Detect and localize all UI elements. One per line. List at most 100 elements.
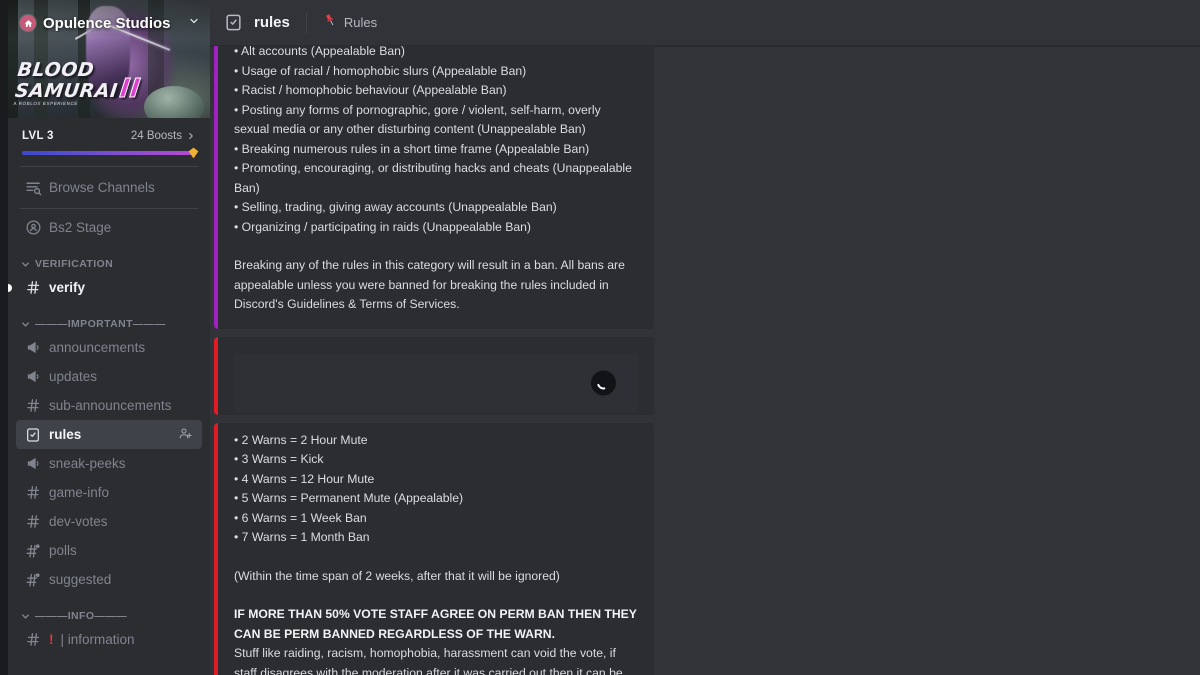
embed-line: • 6 Warns = 1 Week Ban bbox=[234, 510, 367, 525]
embed-line: • Selling, trading, giving away accounts… bbox=[234, 200, 557, 214]
chevron-down-icon bbox=[20, 319, 32, 330]
main-content-column: rules Rules • Alt accounts (Appealable B… bbox=[210, 0, 1200, 675]
sidebar-item-polls[interactable]: polls bbox=[16, 536, 202, 565]
boost-count[interactable]: 24 Boosts bbox=[131, 130, 196, 142]
embed-line: • 2 Warns = 2 Hour Mute bbox=[234, 432, 368, 447]
sidebar-item-suggested[interactable]: suggested bbox=[16, 565, 202, 594]
hash-icon bbox=[24, 279, 42, 296]
rules-channel-icon bbox=[224, 13, 244, 32]
sidebar-item-label: polls bbox=[49, 543, 77, 558]
rules-channel-icon bbox=[24, 427, 42, 443]
browse-channels-label: Browse Channels bbox=[49, 180, 155, 195]
boost-progress-fill bbox=[22, 151, 191, 155]
channel-list: Browse Channels Bs2 Stage VERIFICATION v… bbox=[8, 167, 210, 654]
message-list[interactable]: • Alt accounts (Appealable Ban) • Usage … bbox=[210, 46, 1200, 675]
hash-icon bbox=[24, 631, 42, 648]
boost-gem-icon bbox=[187, 146, 200, 160]
embed-line: Stuff like raiding, racism, homophobia, … bbox=[234, 646, 623, 675]
sidebar-item-label: suggested bbox=[49, 572, 112, 587]
sidebar-item-dev-votes[interactable]: dev-votes bbox=[16, 507, 202, 536]
hash-icon bbox=[24, 397, 42, 414]
announcement-icon bbox=[24, 455, 42, 472]
category-verification[interactable]: VERIFICATION bbox=[16, 242, 202, 273]
channel-title: rules bbox=[254, 14, 290, 31]
server-boost-block[interactable]: LVL 3 24 Boosts bbox=[8, 118, 210, 159]
category-label: VERIFICATION bbox=[35, 258, 114, 270]
banner-title-line2: SAMURAI bbox=[13, 79, 120, 102]
embed-line-bold: IF MORE THAN 50% VOTE STAFF AGREE ON PER… bbox=[234, 607, 641, 641]
message-scroll-region[interactable]: • Alt accounts (Appealable Ban) • Usage … bbox=[210, 46, 1200, 675]
sidebar-item-label: sub-announcements bbox=[49, 398, 172, 413]
sidebar-item-sneak-peeks[interactable]: sneak-peeks bbox=[16, 449, 202, 478]
exclamation-emoji-icon: ! bbox=[49, 632, 54, 647]
embed-spacer bbox=[234, 548, 638, 567]
chevron-down-icon[interactable] bbox=[188, 14, 200, 32]
sidebar-item-rules[interactable]: rules bbox=[16, 420, 202, 449]
embed-line: • Racist / homophobic behaviour (Appeala… bbox=[234, 83, 507, 97]
embed-bans: • Alt accounts (Appealable Ban) • Usage … bbox=[214, 46, 654, 329]
embed-spacer bbox=[234, 237, 638, 256]
embed-line: (Within the time span of 2 weeks, after … bbox=[234, 568, 560, 583]
pin-icon bbox=[323, 13, 338, 33]
sidebar-item-label: sneak-peeks bbox=[49, 456, 126, 471]
loading-spinner-icon bbox=[591, 370, 616, 395]
sidebar-item-updates[interactable]: updates bbox=[16, 362, 202, 391]
sidebar-item-label: | information bbox=[60, 632, 135, 647]
sidebar-item-label: rules bbox=[49, 427, 82, 442]
sidebar-item-label: game-info bbox=[49, 485, 110, 500]
chevron-down-icon bbox=[20, 611, 32, 622]
server-banner[interactable]: BLOOD SAMURAI II A ROBLOX EXPERIENCE Opu… bbox=[8, 0, 210, 118]
sidebar-item-sub-announcements[interactable]: sub-announcements bbox=[16, 391, 202, 420]
sidebar-item-information[interactable]: ! | information bbox=[16, 625, 202, 654]
boost-level-label: LVL 3 bbox=[22, 130, 54, 142]
sidebar-item-label: announcements bbox=[49, 340, 146, 355]
embed-line: Breaking any of the rules in this catego… bbox=[234, 258, 629, 311]
embed-spacer bbox=[234, 586, 638, 605]
category-important[interactable]: ———IMPORTANT——— bbox=[16, 302, 202, 333]
announcement-icon bbox=[24, 368, 42, 385]
topbar-divider bbox=[305, 11, 307, 34]
sidebar-item-bs2-stage[interactable]: Bs2 Stage bbox=[16, 213, 202, 242]
category-info[interactable]: ———INFO——— bbox=[16, 594, 202, 625]
sidebar-item-verify[interactable]: verify bbox=[8, 273, 202, 302]
channel-tag-label: Rules bbox=[343, 15, 378, 30]
chevron-down-icon bbox=[20, 259, 32, 270]
sidebar-item-game-info[interactable]: game-info bbox=[16, 478, 202, 507]
sidebar-item-announcements[interactable]: announcements bbox=[16, 333, 202, 362]
category-label: ———INFO——— bbox=[35, 610, 128, 622]
boost-progress-bar bbox=[22, 147, 199, 159]
embed-line: • Breaking numerous rules in a short tim… bbox=[234, 141, 590, 156]
embed-accent-bar bbox=[214, 46, 218, 329]
channel-topbar: rules Rules bbox=[210, 0, 1200, 46]
add-member-icon[interactable] bbox=[178, 426, 194, 444]
sidebar-divider-2 bbox=[20, 208, 198, 209]
sidebar-item-label: verify bbox=[49, 280, 86, 295]
browse-channels-button[interactable]: Browse Channels bbox=[16, 173, 202, 202]
embed-image-placeholder[interactable] bbox=[234, 353, 638, 412]
server-header[interactable]: Opulence Studios bbox=[8, 0, 210, 46]
boost-count-label: 24 Boosts bbox=[130, 130, 182, 142]
home-icon bbox=[20, 15, 36, 31]
embed-body: • Alt accounts (Appealable Ban) • Usage … bbox=[226, 46, 638, 315]
embed-body: • 2 Warns = 2 Hour Mute • 3 Warns = Kick… bbox=[226, 431, 638, 675]
embed-line: • Usage of racial / homophobic slurs (Ap… bbox=[234, 63, 527, 78]
forum-icon bbox=[24, 542, 42, 559]
unread-indicator bbox=[8, 283, 12, 292]
embed-line: • 3 Warns = Kick bbox=[234, 452, 324, 466]
announcement-icon bbox=[24, 339, 42, 356]
embed-line: • 4 Warns = 12 Hour Mute bbox=[234, 471, 375, 486]
hash-icon bbox=[24, 513, 42, 530]
banner-title-line2-row: SAMURAI II bbox=[13, 74, 143, 105]
sidebar-item-label: Bs2 Stage bbox=[49, 220, 112, 235]
channel-tag[interactable]: Rules bbox=[323, 13, 377, 33]
stage-channel-icon bbox=[24, 219, 42, 236]
server-name: Opulence Studios bbox=[43, 14, 171, 32]
embed-image-loading bbox=[214, 336, 654, 415]
discord-app-window: BLOOD SAMURAI II A ROBLOX EXPERIENCE Opu… bbox=[0, 0, 1200, 675]
channel-sidebar: BLOOD SAMURAI II A ROBLOX EXPERIENCE Opu… bbox=[8, 0, 210, 675]
embed-line: • 7 Warns = 1 Month Ban bbox=[234, 530, 370, 544]
embed-warns: • 2 Warns = 2 Hour Mute • 3 Warns = Kick… bbox=[214, 422, 654, 675]
server-rail[interactable] bbox=[0, 0, 8, 675]
sidebar-item-label: dev-votes bbox=[49, 514, 108, 529]
sidebar-item-label: updates bbox=[49, 369, 98, 384]
